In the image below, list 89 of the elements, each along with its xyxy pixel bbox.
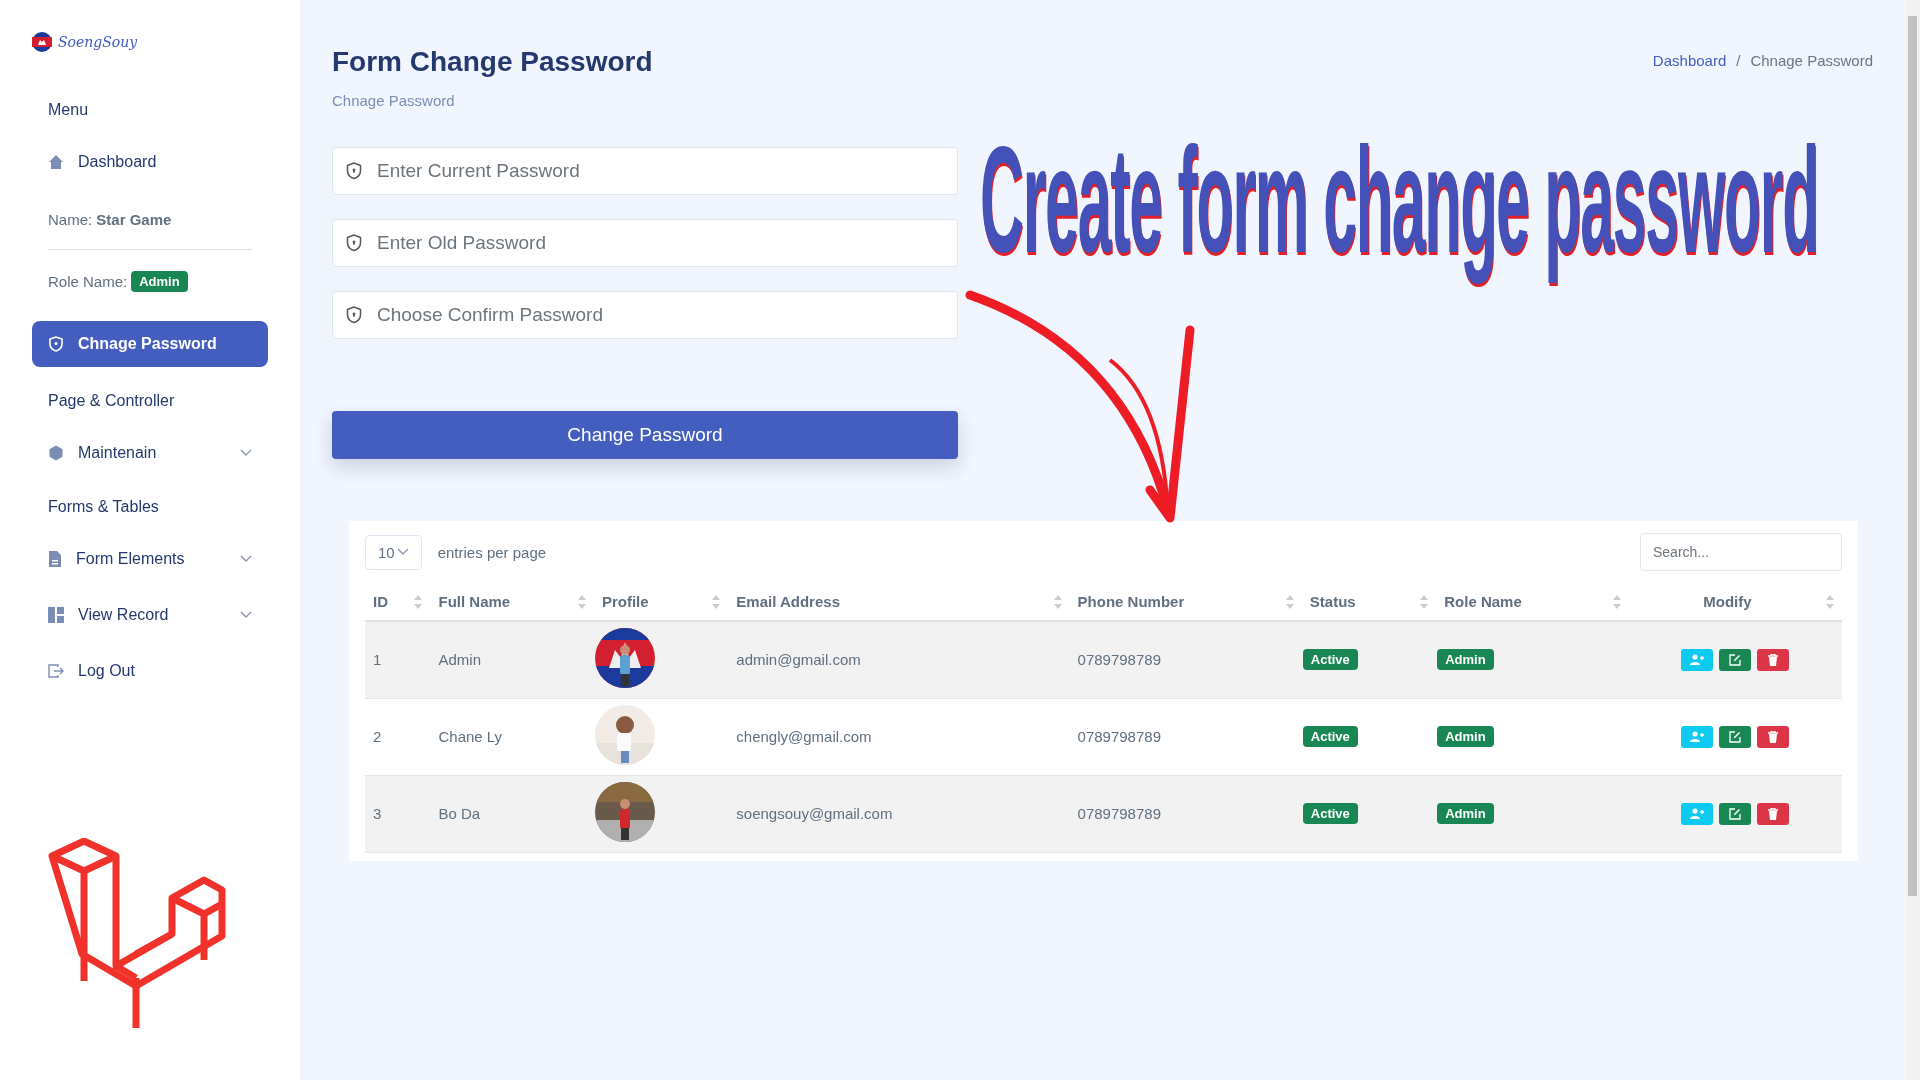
- column-header[interactable]: Role Name: [1444, 593, 1522, 610]
- user-plus-icon: [1690, 654, 1705, 666]
- edit-button[interactable]: [1719, 725, 1752, 748]
- home-icon: [48, 154, 64, 170]
- table-cell: 1: [365, 621, 431, 698]
- column-header[interactable]: Modify: [1636, 593, 1818, 610]
- shield-icon: [346, 162, 362, 180]
- sort-icon: [577, 594, 586, 609]
- sidebar-item[interactable]: Log Out: [32, 643, 268, 699]
- trash-icon: [1768, 653, 1779, 666]
- user-name: Name: Star Game: [47, 210, 173, 230]
- table-cell: Chane Ly: [430, 698, 594, 775]
- table-cell: soengsouy@gmail.com: [728, 775, 1070, 852]
- status-badge: Active: [1302, 803, 1358, 824]
- password-field[interactable]: Enter Old Password: [332, 219, 958, 267]
- table-cell: 0789798789: [1069, 621, 1302, 698]
- role-badge: Admin: [1437, 726, 1494, 747]
- change-password-button[interactable]: Change Password: [332, 411, 958, 459]
- column-header[interactable]: Email Address: [736, 593, 840, 610]
- breadcrumb-separator: /: [1736, 52, 1741, 69]
- breadcrumb-current: Chnage Password: [1750, 52, 1873, 69]
- edit-button[interactable]: [1719, 802, 1752, 825]
- sidebar-item[interactable]: View Record: [32, 587, 268, 643]
- edit-button[interactable]: [1719, 648, 1752, 671]
- chevron-down-icon: [240, 555, 252, 563]
- document-icon: [48, 551, 62, 567]
- role-label: Role Name:: [48, 273, 128, 290]
- chevron-down-icon: [396, 548, 409, 556]
- sidebar-item[interactable]: Maintenain: [32, 425, 268, 481]
- edit-icon: [1729, 653, 1742, 666]
- sort-icon: [1420, 594, 1429, 609]
- shield-icon: [346, 306, 362, 324]
- edit-icon: [1729, 807, 1742, 820]
- page-title: Form Change Password: [332, 46, 653, 78]
- table-cell: chengly@gmail.com: [728, 698, 1070, 775]
- chevron-down-icon: [240, 449, 252, 457]
- column-header[interactable]: Status: [1309, 593, 1356, 610]
- shield-icon: [346, 234, 362, 252]
- role-badge: Admin: [1437, 649, 1494, 671]
- column-header[interactable]: Profile: [601, 593, 649, 610]
- menu-heading: Page & Controller: [47, 391, 176, 411]
- status-badge: Active: [1302, 649, 1358, 671]
- password-field[interactable]: Choose Confirm Password: [332, 291, 958, 339]
- search-field[interactable]: Search...: [1640, 533, 1842, 571]
- sidebar-item[interactable]: Chnage Password: [32, 321, 268, 367]
- menu-heading: Menu: [47, 100, 90, 120]
- sort-icon: [1285, 594, 1294, 609]
- delete-button[interactable]: [1757, 725, 1790, 748]
- sidebar-item[interactable]: Dashboard: [32, 134, 268, 190]
- sort-icon: [1053, 594, 1062, 609]
- shield-icon: [48, 336, 64, 352]
- edit-icon: [1729, 730, 1742, 743]
- column-header[interactable]: Phone Number: [1077, 593, 1185, 610]
- table-cell: 0789798789: [1069, 775, 1302, 852]
- entries-label: entries per page: [437, 543, 547, 561]
- table-cell: admin@gmail.com: [728, 621, 1070, 698]
- chevron-down-icon: [240, 611, 252, 619]
- status-badge: Active: [1302, 726, 1358, 747]
- role-badge: Admin: [1437, 803, 1494, 824]
- column-header[interactable]: Full Name: [438, 593, 511, 610]
- password-field[interactable]: Enter Current Password: [332, 147, 958, 195]
- sort-icon: [712, 594, 721, 609]
- table-cell: 0789798789: [1069, 698, 1302, 775]
- logout-icon: [48, 663, 64, 679]
- table-cell: 2: [365, 698, 431, 775]
- breadcrumb-link[interactable]: Dashboard: [1652, 52, 1727, 69]
- delete-button[interactable]: [1757, 802, 1790, 825]
- sort-icon: [1826, 594, 1834, 609]
- table-cell: Bo Da: [430, 775, 594, 852]
- entries-select[interactable]: 10: [365, 534, 422, 570]
- column-header[interactable]: ID: [373, 593, 388, 610]
- delete-button[interactable]: [1757, 648, 1790, 671]
- table-cell: 3: [365, 775, 431, 852]
- trash-icon: [1768, 807, 1779, 820]
- sidebar-item[interactable]: Form Elements: [32, 531, 268, 587]
- sort-icon: [414, 594, 423, 609]
- menu-heading: Forms & Tables: [47, 497, 160, 517]
- table-cell: Admin: [430, 621, 594, 698]
- user-plus-icon: [1690, 808, 1705, 819]
- role-badge: Admin: [131, 271, 188, 292]
- logo-text: SoengSouy: [58, 34, 138, 50]
- layout-icon: [48, 607, 64, 623]
- hexagon-icon: [48, 445, 64, 461]
- page-subtitle: Chnage Password: [332, 92, 456, 109]
- overlay-caption: Create form change password: [980, 118, 1819, 283]
- trash-icon: [1768, 730, 1779, 743]
- sort-icon: [1612, 594, 1621, 609]
- flag-logo-icon: [32, 32, 52, 52]
- user-plus-icon: [1690, 731, 1705, 742]
